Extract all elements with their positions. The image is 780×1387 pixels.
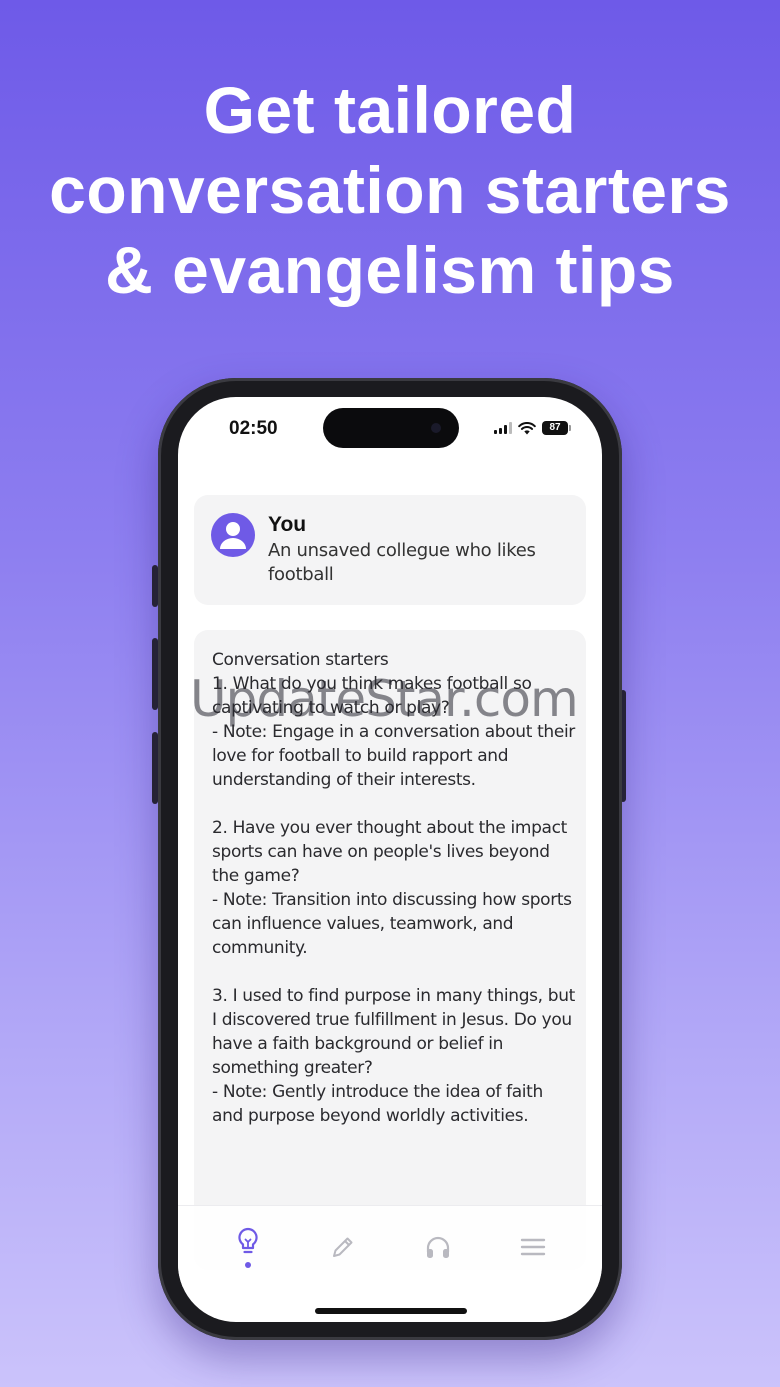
persona-card[interactable]: You An unsaved collegue who likes footba…: [194, 495, 586, 605]
user-avatar-icon: [211, 513, 255, 557]
tab-menu[interactable]: [503, 1217, 563, 1277]
battery-icon: 87: [542, 421, 571, 435]
wifi-icon: [518, 421, 536, 434]
phone-screen: 02:50 87 You An unsaved collegue who lik…: [178, 397, 602, 1322]
watermark: UpdateStar.com: [190, 670, 579, 728]
tab-ideas[interactable]: [218, 1217, 278, 1277]
tab-bar: [178, 1205, 602, 1287]
status-time: 02:50: [229, 418, 278, 439]
tab-write[interactable]: [313, 1217, 373, 1277]
pencil-icon: [332, 1237, 352, 1257]
active-tab-indicator: [244, 1261, 251, 1268]
persona-title: You: [268, 513, 307, 536]
headline-line-3: & evangelism tips: [105, 233, 675, 307]
menu-icon: [520, 1238, 545, 1255]
headline-line-2: conversation starters: [49, 153, 731, 227]
signal-icon: [494, 422, 512, 434]
home-indicator[interactable]: [315, 1308, 467, 1314]
status-icons: 87: [494, 421, 571, 435]
headline-line-1: Get tailored: [203, 73, 577, 147]
lightbulb-icon: [237, 1227, 258, 1253]
headphones-icon: [426, 1236, 449, 1258]
dynamic-island: [323, 408, 459, 448]
headline: Get tailored conversation starters & eva…: [0, 70, 780, 310]
persona-description: An unsaved collegue who likes football: [268, 540, 536, 585]
tab-listen[interactable]: [408, 1217, 468, 1277]
